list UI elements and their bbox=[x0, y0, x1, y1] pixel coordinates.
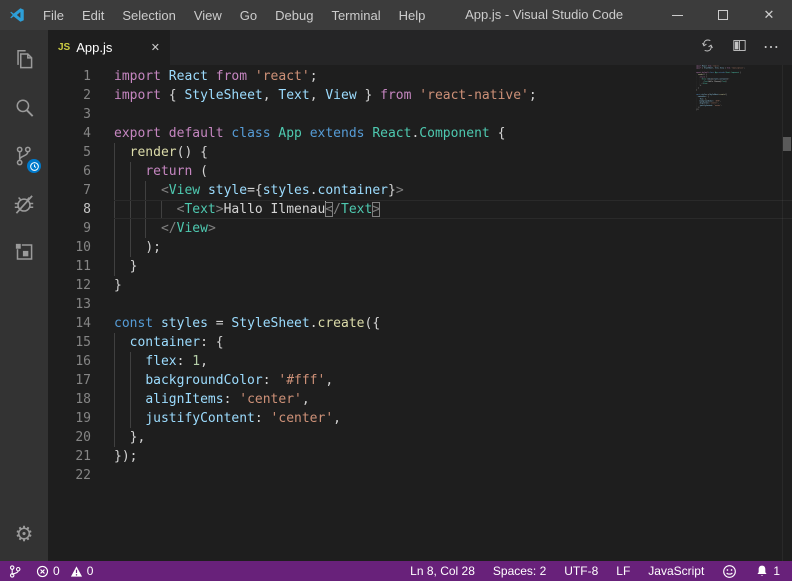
menu-go[interactable]: Go bbox=[231, 0, 266, 30]
code-line[interactable]: 22 bbox=[48, 466, 792, 485]
code-line[interactable]: 16 flex: 1, bbox=[48, 352, 792, 371]
indentation[interactable]: Spaces: 2 bbox=[493, 564, 546, 578]
warning-count: 0 bbox=[87, 564, 94, 578]
encoding[interactable]: UTF-8 bbox=[564, 564, 598, 578]
tab-close-icon[interactable]: ✕ bbox=[151, 41, 160, 54]
menu-edit[interactable]: Edit bbox=[73, 0, 113, 30]
overview-ruler[interactable] bbox=[782, 65, 792, 561]
search-icon[interactable] bbox=[0, 84, 48, 132]
code-line[interactable]: 13 bbox=[48, 295, 792, 314]
extensions-icon[interactable] bbox=[0, 228, 48, 276]
menu-debug[interactable]: Debug bbox=[266, 0, 322, 30]
code-line[interactable]: 20 }, bbox=[48, 428, 792, 447]
menu-selection[interactable]: Selection bbox=[113, 0, 184, 30]
code-line[interactable]: 21}); bbox=[48, 447, 792, 466]
tab-appjs[interactable]: JS App.js ✕ bbox=[48, 30, 170, 65]
code-line[interactable]: 11 } bbox=[48, 257, 792, 276]
overview-ruler-mark bbox=[783, 137, 791, 151]
code-line[interactable]: 17 backgroundColor: '#fff', bbox=[48, 371, 792, 390]
minimap-content: 1import React from 'react';2import { Sty… bbox=[696, 65, 781, 113]
menu-help[interactable]: Help bbox=[390, 0, 435, 30]
more-actions-icon[interactable]: ⋯ bbox=[763, 43, 780, 53]
code-line[interactable]: 6 return ( bbox=[48, 162, 792, 181]
js-file-icon: JS bbox=[58, 42, 70, 53]
code-line[interactable]: 1import React from 'react'; bbox=[48, 67, 792, 86]
cursor-position[interactable]: Ln 8, Col 28 bbox=[410, 564, 475, 578]
minimap[interactable]: 1import React from 'react';2import { Sty… bbox=[696, 65, 782, 561]
code-line[interactable]: 12} bbox=[48, 276, 792, 295]
menu-file[interactable]: File bbox=[34, 0, 73, 30]
problems-indicator[interactable]: 0 0 bbox=[36, 564, 93, 578]
split-editor-icon[interactable] bbox=[731, 37, 748, 59]
code-line[interactable]: 19 justifyContent: 'center', bbox=[48, 409, 792, 428]
window-title: App.js - Visual Studio Code bbox=[434, 0, 654, 30]
menu-bar: File Edit Selection View Go Debug Termin… bbox=[34, 0, 434, 30]
code-line[interactable]: 22 bbox=[696, 111, 781, 113]
error-icon bbox=[36, 565, 49, 578]
vscode-window: File Edit Selection View Go Debug Termin… bbox=[0, 0, 792, 581]
code-line[interactable]: 2import { StyleSheet, Text, View } from … bbox=[48, 86, 792, 105]
menu-terminal[interactable]: Terminal bbox=[322, 0, 389, 30]
code-lines: 1import React from 'react';2import { Sty… bbox=[48, 65, 792, 485]
code-line[interactable]: 8 <Text>Hallo Ilmenau</Text> bbox=[48, 200, 792, 219]
code-line[interactable]: 14const styles = StyleSheet.create({ bbox=[48, 314, 792, 333]
warning-icon bbox=[70, 565, 83, 578]
activity-bar: ⚙ bbox=[0, 30, 48, 561]
branch-icon[interactable] bbox=[8, 564, 22, 579]
code-line[interactable]: 7 <View style={styles.container}> bbox=[48, 181, 792, 200]
tab-bar: JS App.js ✕ bbox=[48, 30, 792, 65]
window-controls: ✕ bbox=[654, 0, 792, 30]
bell-icon bbox=[755, 564, 769, 578]
settings-gear-icon[interactable]: ⚙ bbox=[0, 522, 48, 547]
close-button[interactable]: ✕ bbox=[746, 0, 792, 30]
code-line[interactable]: 10 ); bbox=[48, 238, 792, 257]
editor-actions: ⋯ bbox=[699, 30, 792, 65]
error-count: 0 bbox=[53, 564, 60, 578]
minimize-button[interactable] bbox=[654, 0, 700, 30]
code-line[interactable]: 15 container: { bbox=[48, 333, 792, 352]
title-bar: File Edit Selection View Go Debug Termin… bbox=[0, 0, 792, 30]
feedback-smiley-icon[interactable] bbox=[722, 564, 737, 579]
code-line[interactable]: 18 alignItems: 'center', bbox=[48, 390, 792, 409]
sync-clock-badge bbox=[27, 159, 41, 173]
open-changes-icon[interactable] bbox=[699, 37, 716, 59]
code-line[interactable]: 4export default class App extends React.… bbox=[48, 124, 792, 143]
status-bar: 0 0 Ln 8, Col 28 Spaces: 2 UTF-8 LF Java… bbox=[0, 561, 792, 581]
code-line[interactable]: 5 render() { bbox=[48, 143, 792, 162]
code-line[interactable]: 9 </View> bbox=[48, 219, 792, 238]
code-line[interactable]: 3 bbox=[48, 105, 792, 124]
code-editor[interactable]: 1import React from 'react';2import { Sty… bbox=[48, 65, 792, 561]
debug-icon[interactable] bbox=[0, 180, 48, 228]
maximize-button[interactable] bbox=[700, 0, 746, 30]
language-mode[interactable]: JavaScript bbox=[648, 564, 704, 578]
explorer-icon[interactable] bbox=[0, 36, 48, 84]
notification-count: 1 bbox=[773, 564, 780, 578]
source-control-icon[interactable] bbox=[0, 132, 48, 180]
vscode-logo-icon bbox=[0, 0, 34, 30]
notifications[interactable]: 1 bbox=[755, 564, 780, 578]
tab-label: App.js bbox=[76, 40, 112, 55]
eol-sequence[interactable]: LF bbox=[616, 564, 630, 578]
menu-view[interactable]: View bbox=[185, 0, 231, 30]
